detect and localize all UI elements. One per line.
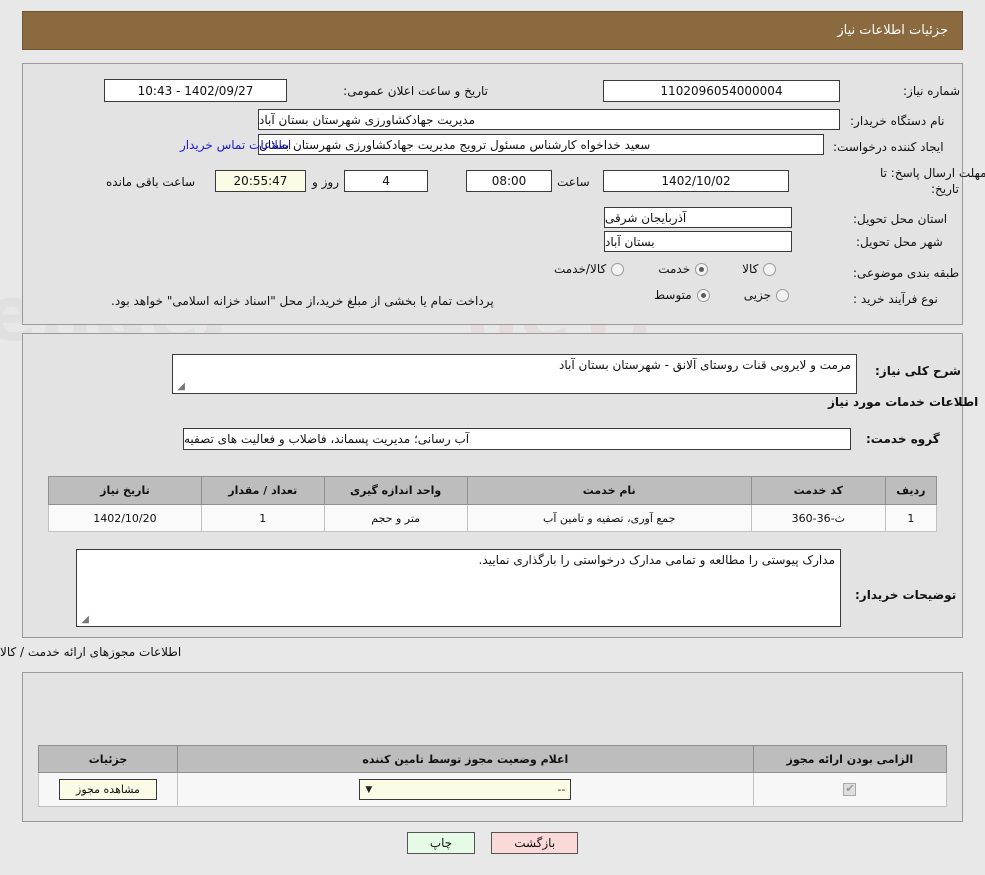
services-table-cell: 1402/10/20 bbox=[48, 504, 202, 532]
category-option-label: خدمت bbox=[658, 262, 691, 276]
process-radio-group[interactable]: جزیی متوسط bbox=[620, 288, 790, 302]
buyer-org-label: نام دستگاه خریدار: bbox=[850, 114, 945, 128]
hour-label: ساعت bbox=[557, 175, 590, 189]
buyer-org-value: مدیریت جهادکشاورزی شهرستان بستان آباد bbox=[258, 109, 840, 130]
page-title-bar: جزئیات اطلاعات نیاز bbox=[22, 11, 963, 50]
buyer-notes-label: توضیحات خریدار: bbox=[855, 588, 957, 602]
services-section-title: اطلاعات خدمات مورد نیاز bbox=[828, 395, 979, 409]
license-status-cell: -- ▼ bbox=[176, 772, 754, 807]
services-table-header-row: ردیف کد خدمت نام خدمت واحد اندازه گیری تعداد… bbox=[48, 476, 938, 505]
announce-datetime-label: تاریخ و ساعت اعلان عمومی: bbox=[343, 84, 488, 98]
table-row: 1 ث-36-360 جمع آوری، تصفیه و تامین آب متر و… bbox=[48, 504, 938, 532]
payment-note: پرداخت تمام یا بخشی از مبلغ خرید،از محل … bbox=[111, 294, 494, 308]
province-value: آذربایجان شرقی bbox=[604, 207, 792, 228]
city-value: بستان آباد bbox=[604, 231, 792, 252]
announce-datetime-value: 1402/09/27 - 10:43 bbox=[104, 79, 287, 102]
days-remaining-value: 4 bbox=[344, 170, 428, 192]
deadline-date-value: 1402/10/02 bbox=[603, 170, 789, 192]
back-button[interactable]: بازگشت bbox=[491, 832, 579, 854]
deadline-label-line2: تاریخ: bbox=[931, 182, 959, 196]
requester-label: ایجاد کننده درخواست: bbox=[833, 140, 944, 154]
services-table-cell: 1 bbox=[884, 504, 938, 532]
page-title: جزئیات اطلاعات نیاز bbox=[837, 23, 948, 38]
view-license-button[interactable]: مشاهده مجوز bbox=[59, 779, 157, 800]
services-table-header-cell: واحد اندازه گیری bbox=[323, 476, 468, 505]
print-button[interactable]: چاپ bbox=[406, 832, 476, 854]
buyer-notes-text: مدارک پیوستی را مطالعه و تمامی مدارک درخ… bbox=[478, 553, 836, 567]
category-option-label: کالا bbox=[742, 262, 759, 276]
resize-grip-icon[interactable]: ◢ bbox=[79, 615, 89, 625]
deadline-label-line1: مهلت ارسال پاسخ: تا bbox=[880, 166, 985, 180]
radio-button-icon[interactable] bbox=[695, 262, 709, 276]
radio-button-icon[interactable] bbox=[776, 288, 790, 302]
service-group-label: گروه خدمت: bbox=[866, 432, 940, 446]
category-option-label: کالا/خدمت bbox=[554, 262, 607, 276]
process-label: نوع فرآیند خرید : bbox=[853, 292, 938, 306]
services-table-header-cell: تاریخ نیاز bbox=[48, 476, 202, 505]
province-label: استان محل تحویل: bbox=[853, 212, 948, 226]
need-number-label: شماره نیاز: bbox=[903, 84, 960, 98]
remaining-suffix-label: ساعت باقی مانده bbox=[106, 175, 196, 189]
chevron-down-icon[interactable]: ▼ bbox=[365, 785, 372, 795]
buyer-contact-link[interactable]: اطلاعات تماس خریدار bbox=[180, 138, 291, 152]
services-table-cell: 1 bbox=[200, 504, 325, 532]
licenses-section-title: اطلاعات مجوزهای ارائه خدمت / کالا bbox=[0, 645, 182, 659]
licenses-table: الزامی بودن ارائه مجوز اعلام وضعیت مجوز ت… bbox=[38, 745, 948, 807]
process-option-1[interactable]: متوسط bbox=[654, 288, 710, 302]
footer-button-row: بازگشت چاپ bbox=[0, 832, 985, 854]
license-required-cell bbox=[752, 772, 948, 807]
table-row: -- ▼ مشاهده مجوز bbox=[38, 772, 948, 807]
license-status-select[interactable]: -- ▼ bbox=[359, 779, 572, 800]
services-table-cell: جمع آوری، تصفیه و تامین آب bbox=[466, 504, 752, 532]
category-option-2[interactable]: کالا/خدمت bbox=[554, 262, 625, 276]
licenses-table-header-cell: جزئیات bbox=[38, 745, 178, 773]
services-table-header-cell: تعداد / مقدار bbox=[200, 476, 325, 505]
buyer-notes-value[interactable]: مدارک پیوستی را مطالعه و تمامی مدارک درخ… bbox=[76, 549, 841, 627]
requester-value: سعید خداخواه کارشناس مسئول ترویج مدیریت … bbox=[258, 134, 824, 155]
days-word-label: روز و bbox=[312, 175, 339, 189]
category-label: طبقه بندی موضوعی: bbox=[853, 266, 960, 280]
services-table-header-cell: کد خدمت bbox=[750, 476, 886, 505]
services-table: ردیف کد خدمت نام خدمت واحد اندازه گیری تعداد… bbox=[48, 476, 938, 532]
radio-button-icon[interactable] bbox=[611, 262, 625, 276]
need-description-value[interactable]: مرمت و لایروبی قنات روستای آلانق - شهرست… bbox=[172, 354, 857, 394]
license-status-value: -- bbox=[557, 783, 566, 796]
countdown-timer-value: 20:55:47 bbox=[215, 170, 306, 192]
process-option-label: جزیی bbox=[743, 288, 772, 302]
category-option-1[interactable]: خدمت bbox=[658, 262, 709, 276]
need-summary-panel bbox=[22, 63, 963, 325]
license-details-cell: مشاهده مجوز bbox=[38, 772, 178, 807]
services-table-header-cell: ردیف bbox=[884, 476, 938, 505]
category-option-0[interactable]: کالا bbox=[742, 262, 777, 276]
licenses-table-header-row: الزامی بودن ارائه مجوز اعلام وضعیت مجوز ت… bbox=[38, 745, 948, 773]
services-table-header-cell: نام خدمت bbox=[466, 476, 752, 505]
need-description-label: شرح کلی نیاز: bbox=[875, 364, 961, 378]
resize-grip-icon[interactable]: ◢ bbox=[175, 382, 185, 392]
category-radio-group[interactable]: کالا خدمت کالا/خدمت bbox=[520, 262, 777, 276]
licenses-table-header-cell: الزامی بودن ارائه مجوز bbox=[752, 745, 948, 773]
deadline-time-value: 08:00 bbox=[466, 170, 552, 192]
licenses-table-header-cell: اعلام وضعیت مجوز توسط تامین کننده bbox=[176, 745, 754, 773]
checkbox-checked-icon bbox=[843, 782, 857, 797]
radio-button-icon[interactable] bbox=[763, 262, 777, 276]
radio-button-icon[interactable] bbox=[696, 288, 710, 302]
need-description-text: مرمت و لایروبی قنات روستای آلانق - شهرست… bbox=[559, 358, 851, 372]
service-group-value: آب رسانی؛ مدیریت پسماند، فاضلاب و فعالیت… bbox=[183, 428, 851, 450]
process-option-label: متوسط bbox=[654, 288, 692, 302]
services-table-cell: ث-36-360 bbox=[750, 504, 886, 532]
city-label: شهر محل تحویل: bbox=[856, 235, 943, 249]
need-number-value: 1102096054000004 bbox=[603, 80, 840, 102]
services-table-cell: متر و حجم bbox=[323, 504, 468, 532]
process-option-0[interactable]: جزیی bbox=[743, 288, 790, 302]
